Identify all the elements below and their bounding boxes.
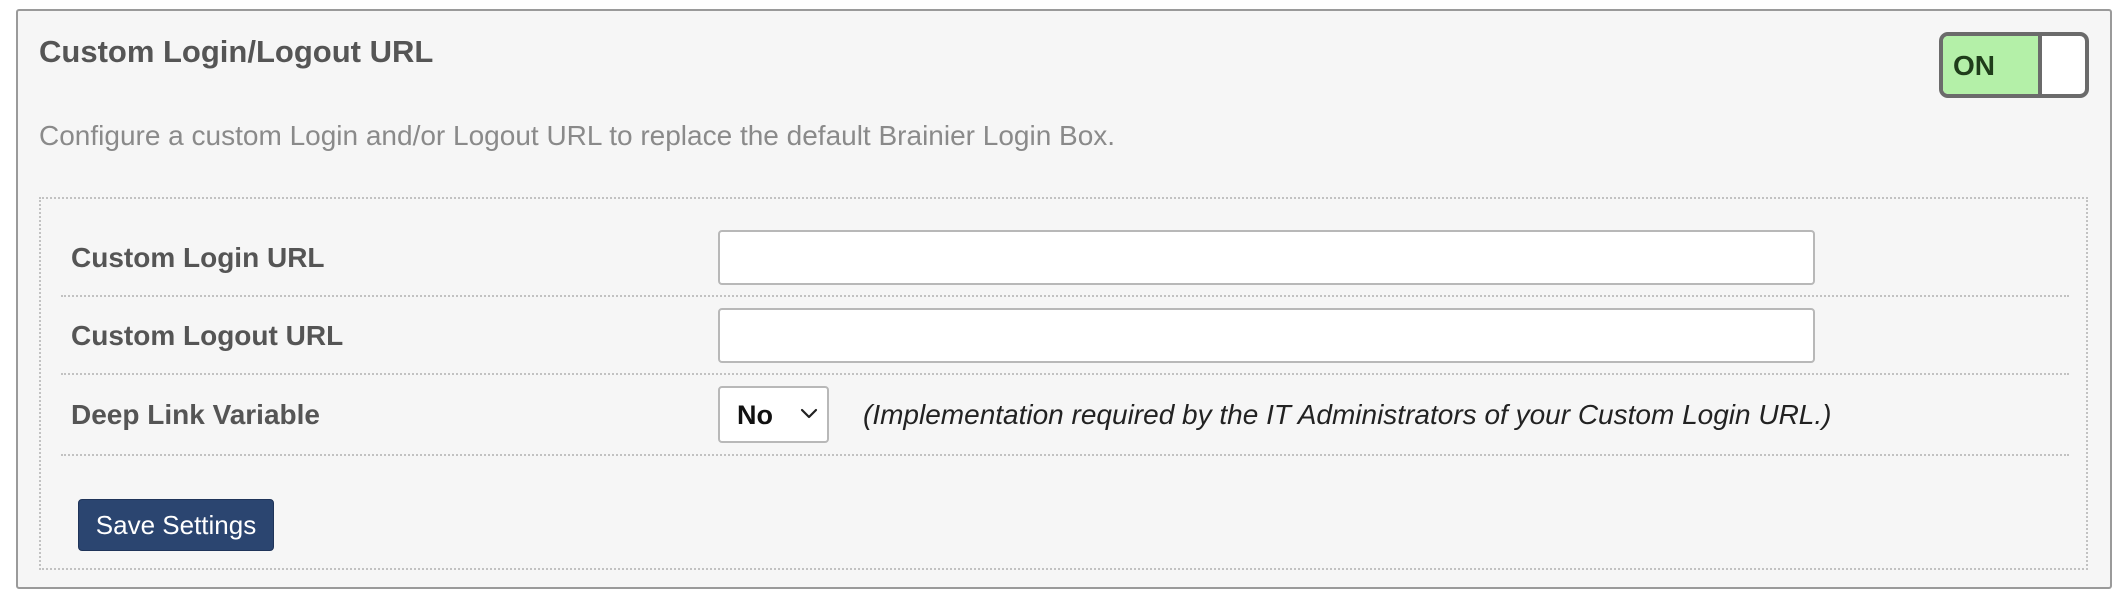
enable-toggle[interactable]: ON — [1939, 32, 2089, 98]
login-url-row: Custom Login URL — [61, 199, 2069, 297]
logout-url-input[interactable] — [718, 308, 1815, 363]
save-settings-button[interactable]: Save Settings — [78, 499, 274, 551]
logout-url-label: Custom Logout URL — [71, 320, 344, 351]
deep-link-note: (Implementation required by the IT Admin… — [863, 399, 1832, 430]
chevron-down-icon — [800, 408, 818, 419]
deep-link-selected-value: No — [737, 400, 773, 430]
settings-form: Custom Login URL Custom Logout URL Deep … — [39, 197, 2088, 570]
login-url-label: Custom Login URL — [71, 242, 325, 273]
panel-title: Custom Login/Logout URL — [39, 34, 434, 69]
deep-link-select[interactable]: No — [718, 386, 829, 443]
toggle-on-segment: ON — [1943, 36, 2042, 94]
deep-link-label: Deep Link Variable — [71, 399, 320, 430]
deep-link-row: Deep Link Variable No (Implementation re… — [61, 375, 2069, 456]
login-url-input[interactable] — [718, 230, 1815, 285]
toggle-label: ON — [1953, 50, 1995, 81]
custom-login-logout-panel: Custom Login/Logout URL ON Configure a c… — [16, 9, 2112, 589]
panel-description: Configure a custom Login and/or Logout U… — [39, 120, 1116, 151]
logout-url-row: Custom Logout URL — [61, 297, 2069, 375]
